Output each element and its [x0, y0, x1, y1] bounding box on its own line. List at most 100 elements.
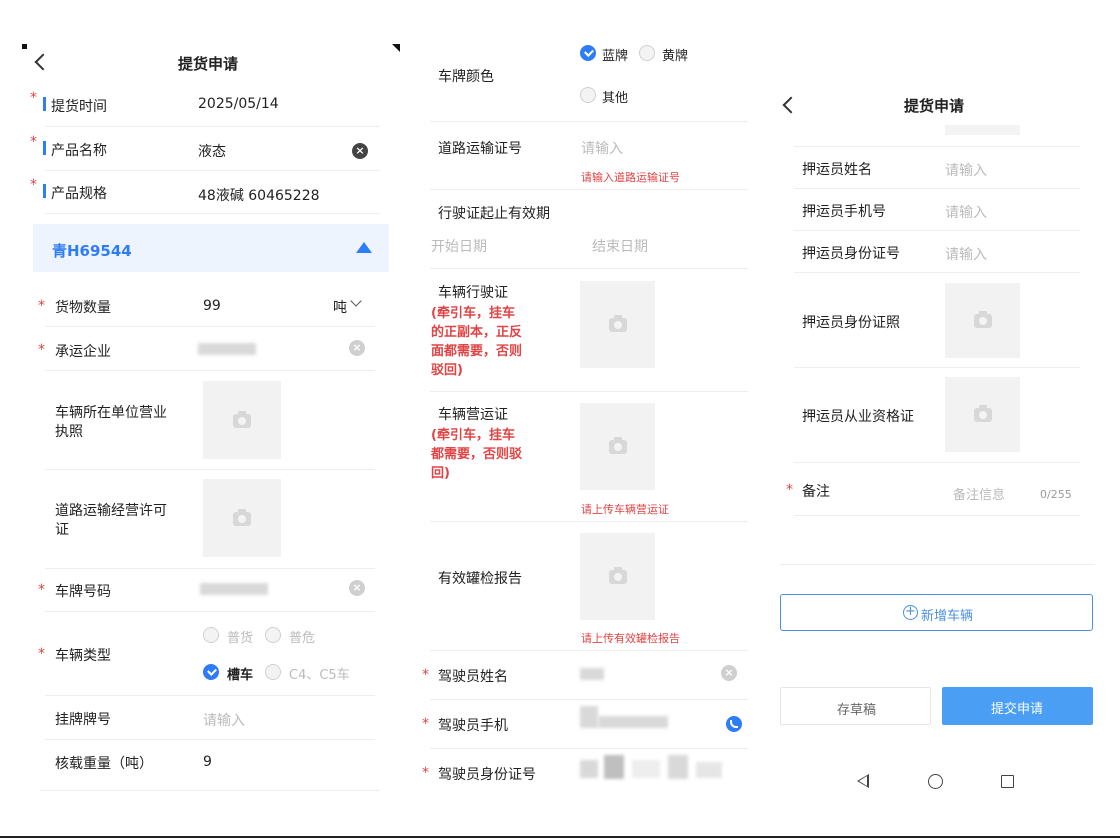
driver-name-redacted[interactable] [580, 668, 604, 680]
start-date-input[interactable]: 开始日期 [431, 236, 487, 256]
back-icon[interactable] [782, 96, 800, 114]
camera-icon [609, 315, 627, 332]
required-bar [43, 184, 46, 198]
nav-home-icon[interactable] [928, 774, 943, 789]
phone-icon[interactable] [726, 716, 742, 732]
remark-label: 备注 [802, 484, 830, 500]
camera-icon [233, 509, 251, 526]
add-vehicle-button[interactable]: + 新增车辆 [780, 594, 1093, 631]
end-date-input[interactable]: 结束日期 [592, 236, 648, 256]
save-draft-label: 存草稿 [837, 703, 877, 718]
business-license-label-1: 车辆所在单位营业 [55, 405, 167, 421]
transport-permit-upload[interactable] [203, 479, 281, 557]
driver-phone-label: 驾驶员手机 [438, 718, 508, 734]
driver-id-redacted[interactable] [604, 755, 624, 779]
remark-input[interactable]: 备注信息 [953, 484, 1005, 503]
driving-license-label: 车辆行驶证 [438, 285, 508, 301]
radio-tanker[interactable] [203, 664, 219, 680]
radio-general-hazard[interactable] [265, 627, 281, 643]
cargo-qty-label: 货物数量 [55, 300, 111, 316]
plus-circle-icon: + [903, 605, 918, 620]
escort-phone-label: 押运员手机号 [802, 204, 886, 220]
radio-tanker-label: 槽车 [227, 668, 254, 683]
divider [794, 462, 1080, 463]
page-title: 提货申请 [904, 97, 965, 115]
escort-id-input[interactable]: 请输入 [945, 244, 987, 264]
divider [430, 699, 748, 700]
required-star: * [38, 646, 45, 662]
divider [430, 650, 748, 651]
load-weight-value[interactable]: 9 [203, 754, 212, 770]
panel-escort-form: 提货申请 押运员姓名 请输入 押运员手机号 请输入 押运员身份证号 请输入 押运… [760, 0, 1120, 840]
divider [45, 370, 375, 371]
panel-documents-form: 车牌颜色 蓝牌 黄牌 其他 道路运输证号 请输入 请输入道路运输证号 行驶证起止… [400, 0, 760, 840]
driving-license-upload[interactable] [580, 281, 655, 368]
camera-icon [609, 567, 627, 584]
radio-yellow-plate[interactable] [639, 45, 655, 61]
trailer-plate-input[interactable]: 请输入 [203, 710, 245, 730]
escort-cert-label: 押运员从业资格证 [802, 409, 914, 425]
product-spec-value[interactable]: 48液碱 60465228 [198, 185, 320, 205]
pickup-time-value[interactable]: 2025/05/14 [198, 96, 279, 112]
phone-glyph [730, 720, 738, 728]
clear-icon[interactable]: × [721, 665, 737, 681]
nav-back-icon[interactable] [857, 774, 869, 788]
cargo-unit[interactable]: 吨 [333, 297, 347, 317]
divider [430, 189, 748, 190]
radio-other-plate[interactable] [580, 87, 596, 103]
divider [794, 188, 1080, 189]
divider [45, 170, 380, 171]
business-license-upload[interactable] [203, 381, 281, 459]
driver-id-redacted[interactable] [668, 755, 688, 779]
divider [45, 611, 375, 612]
chevron-down-icon[interactable] [350, 295, 362, 307]
nav-back-inner [859, 776, 867, 786]
divider [794, 272, 1080, 273]
plate-number-redacted[interactable] [200, 583, 268, 595]
radio-yellow-plate-label: 黄牌 [662, 49, 689, 64]
clear-icon[interactable]: × [352, 143, 368, 159]
cargo-qty-value[interactable]: 99 [203, 298, 221, 314]
radio-general-cargo[interactable] [203, 627, 219, 643]
driver-id-redacted[interactable] [580, 760, 598, 778]
carrier-value-redacted[interactable] [198, 343, 256, 355]
camera-icon [974, 311, 992, 328]
product-name-value[interactable]: 液态 [198, 141, 226, 161]
radio-c4c5[interactable] [265, 664, 281, 680]
driver-phone-redacted[interactable] [598, 716, 668, 728]
triangle-up-icon[interactable] [356, 242, 372, 253]
nav-recent-icon[interactable] [1001, 775, 1014, 788]
tank-report-error: 请上传有效罐检报告 [581, 632, 680, 645]
divider [794, 146, 1080, 147]
tank-report-upload[interactable] [580, 533, 655, 620]
escort-id-label: 押运员身份证号 [802, 246, 900, 262]
divider [45, 469, 375, 470]
clear-icon[interactable]: × [349, 580, 365, 596]
operating-license-error: 请上传车辆营运证 [581, 503, 669, 516]
driving-license-note-2: 的正副本，正反 [431, 325, 523, 340]
driver-id-redacted[interactable] [632, 760, 660, 778]
road-cert-error: 请输入道路运输证号 [581, 171, 680, 184]
radio-c4c5-label: C4、C5车 [289, 668, 350, 683]
pickup-time-label: 提货时间 [51, 99, 107, 115]
escort-cert-upload[interactable] [945, 377, 1020, 452]
divider [780, 564, 1095, 565]
required-star: * [30, 177, 37, 193]
escort-name-input[interactable]: 请输入 [945, 160, 987, 180]
clear-icon[interactable]: × [349, 340, 365, 356]
driver-id-redacted[interactable] [696, 762, 722, 778]
required-star: * [422, 716, 429, 732]
operating-license-note-1: (牵引车，挂车 [431, 428, 515, 443]
radio-blue-plate[interactable] [580, 45, 596, 61]
save-draft-button[interactable]: 存草稿 [780, 687, 931, 725]
back-icon[interactable] [34, 53, 52, 71]
radio-general-cargo-label: 普货 [227, 631, 254, 646]
submit-button[interactable]: 提交申请 [942, 687, 1093, 725]
driver-phone-redacted[interactable] [580, 706, 598, 728]
escort-id-photo-upload[interactable] [945, 283, 1020, 358]
driving-license-note-4: 驳回) [431, 363, 463, 378]
road-cert-input[interactable]: 请输入 [581, 138, 623, 158]
escort-phone-input[interactable]: 请输入 [945, 202, 987, 222]
operating-license-upload[interactable] [580, 403, 655, 490]
add-vehicle-label: 新增车辆 [921, 609, 974, 624]
